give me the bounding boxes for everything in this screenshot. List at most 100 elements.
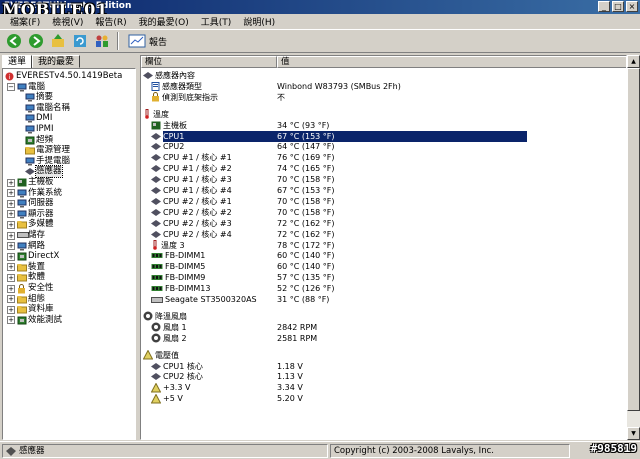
- tree-category-10[interactable]: + 安全性: [7, 283, 54, 294]
- tree-item-0[interactable]: 摘要: [25, 92, 53, 103]
- computer-icon: [25, 125, 35, 134]
- menu-item-4[interactable]: 工具(T): [195, 15, 238, 28]
- fan-icon: [143, 311, 153, 321]
- table-row[interactable]: CPU #2 / 核心 #4 72 °C (162 °F): [141, 229, 626, 240]
- expand-icon[interactable]: +: [7, 316, 15, 325]
- close-button[interactable]: ×: [626, 1, 638, 12]
- expand-icon[interactable]: +: [7, 220, 15, 229]
- table-row[interactable]: CPU #1 / 核心 #4 67 °C (153 °F): [141, 185, 626, 196]
- table-row[interactable]: CPU2 64 °C (147 °F): [141, 141, 626, 152]
- tree-category-6[interactable]: + 網路: [7, 241, 45, 252]
- table-row[interactable]: FB-DIMM13 52 °C (126 °F): [141, 283, 626, 294]
- tree-category-11[interactable]: + 組態: [7, 294, 45, 305]
- tree-category-2[interactable]: + 伺服器: [7, 198, 54, 209]
- menu-item-0[interactable]: 檔案(F): [4, 15, 46, 28]
- table-row[interactable]: CPU #1 / 核心 #2 74 °C (165 °F): [141, 163, 626, 174]
- table-row[interactable]: CPU #2 / 核心 #2 70 °C (158 °F): [141, 207, 626, 218]
- refresh-button[interactable]: [70, 32, 89, 51]
- tab-menu[interactable]: 選單: [2, 55, 33, 69]
- tree-category-13[interactable]: + 效能測試: [7, 315, 62, 326]
- menu-bar: 檔案(F) 檢視(V) 報告(R) 我的最愛(O) 工具(T) 說明(H): [0, 14, 640, 29]
- users-button[interactable]: [92, 32, 111, 51]
- menu-item-2[interactable]: 報告(R): [89, 15, 132, 28]
- table-row[interactable]: CPU #1 / 核心 #1 76 °C (169 °F): [141, 152, 626, 163]
- forward-button[interactable]: [26, 32, 45, 51]
- tree-item-4[interactable]: 超頻: [25, 135, 53, 146]
- tree-category-7[interactable]: + DirectX: [7, 251, 59, 262]
- table-row[interactable]: Seagate ST3500320AS 31 °C (88 °F): [141, 294, 626, 305]
- table-row[interactable]: CPU #1 / 核心 #3 70 °C (158 °F): [141, 174, 626, 185]
- tree-category-1[interactable]: + 作業系統: [7, 188, 62, 199]
- expand-icon[interactable]: +: [7, 231, 15, 240]
- tree-category-0[interactable]: + 主機板: [7, 177, 54, 188]
- tab-favorites[interactable]: 我的最愛: [32, 55, 81, 68]
- back-button[interactable]: [4, 32, 23, 51]
- expand-icon[interactable]: +: [7, 284, 15, 293]
- field-value: 3.34 V: [277, 383, 303, 393]
- tree-category-12[interactable]: + 資料庫: [7, 304, 54, 315]
- vertical-scrollbar[interactable]: ▲ ▼: [627, 55, 640, 440]
- up-folder-icon: [51, 34, 64, 47]
- scroll-up-button[interactable]: ▲: [627, 55, 640, 68]
- menu-item-1[interactable]: 檢視(V): [46, 15, 89, 28]
- expand-icon[interactable]: +: [7, 295, 15, 304]
- expand-icon[interactable]: +: [7, 199, 15, 208]
- tree-category-5[interactable]: + 儲存: [7, 230, 45, 241]
- tree-item-2[interactable]: DMI: [25, 113, 52, 124]
- table-row[interactable]: 偵測到底架指示 不: [141, 92, 626, 103]
- field-value: 67 °C (153 °F): [277, 130, 335, 142]
- tree-category-9[interactable]: + 軟體: [7, 272, 45, 283]
- expand-icon[interactable]: +: [7, 305, 15, 314]
- report-button[interactable]: 報告: [125, 32, 170, 51]
- table-row[interactable]: +3.3 V 3.34 V: [141, 382, 626, 393]
- maximize-button[interactable]: □: [612, 1, 624, 12]
- expand-icon[interactable]: +: [7, 273, 15, 282]
- section-header[interactable]: 溫度: [141, 109, 626, 120]
- table-row[interactable]: CPU #2 / 核心 #1 70 °C (158 °F): [141, 196, 626, 207]
- tree-item-3[interactable]: IPMI: [25, 124, 53, 135]
- expand-icon[interactable]: +: [7, 263, 15, 272]
- field-value: 70 °C (158 °F): [277, 175, 335, 185]
- tree-item-1[interactable]: 電腦名稱: [25, 103, 70, 114]
- expand-icon[interactable]: +: [7, 242, 15, 251]
- tree-category-4[interactable]: + 多媒體: [7, 219, 54, 230]
- table-row[interactable]: FB-DIMM1 60 °C (140 °F): [141, 250, 626, 261]
- table-row[interactable]: CPU1 核心 1.18 V: [141, 361, 626, 372]
- expand-icon[interactable]: +: [7, 252, 15, 261]
- collapse-icon[interactable]: −: [7, 83, 15, 92]
- field-value: 1.13 V: [277, 372, 303, 382]
- table-row[interactable]: 風扇 1 2842 RPM: [141, 322, 626, 333]
- therm-icon: [151, 240, 159, 250]
- menu-item-3[interactable]: 我的最愛(O): [133, 15, 195, 28]
- hdd-icon: [151, 296, 163, 304]
- expand-icon[interactable]: +: [7, 189, 15, 198]
- minimize-button[interactable]: _: [598, 1, 610, 12]
- column-value[interactable]: 值: [277, 56, 626, 68]
- table-row[interactable]: FB-DIMM5 60 °C (140 °F): [141, 261, 626, 272]
- expand-icon[interactable]: +: [7, 178, 15, 187]
- scroll-thumb[interactable]: [627, 68, 640, 411]
- table-row[interactable]: FB-DIMM9 57 °C (135 °F): [141, 272, 626, 283]
- table-row[interactable]: CPU #2 / 核心 #3 72 °C (162 °F): [141, 218, 626, 229]
- table-row[interactable]: 主機板 34 °C (93 °F): [141, 120, 626, 131]
- tree-root[interactable]: i EVERESTv4.50.1419Beta: [5, 71, 122, 82]
- tree-item-7[interactable]: 感應器: [25, 165, 63, 179]
- up-button[interactable]: [48, 32, 67, 51]
- section-header[interactable]: 降溫風扇: [141, 311, 626, 322]
- tree-label: DirectX: [28, 251, 60, 262]
- table-row[interactable]: CPU2 核心 1.13 V: [141, 371, 626, 382]
- table-row[interactable]: +5 V 5.20 V: [141, 393, 626, 404]
- tree-computer[interactable]: − 電腦: [7, 82, 45, 93]
- tree-item-5[interactable]: 電源管理: [25, 145, 70, 156]
- table-row[interactable]: CPU1 67 °C (153 °F): [141, 130, 626, 142]
- table-row[interactable]: 感應器類型 Winbond W83793 (SMBus 2Fh): [141, 81, 626, 92]
- section-header[interactable]: 感應器內容: [141, 70, 626, 81]
- scroll-down-button[interactable]: ▼: [627, 427, 640, 440]
- folder-icon: [17, 305, 27, 314]
- expand-icon[interactable]: +: [7, 210, 15, 219]
- section-header[interactable]: 電壓值: [141, 350, 626, 361]
- menu-item-5[interactable]: 說明(H): [237, 15, 281, 28]
- column-field[interactable]: 欄位: [141, 56, 277, 68]
- table-row[interactable]: 風扇 2 2581 RPM: [141, 333, 626, 344]
- table-row[interactable]: 溫度 3 78 °C (172 °F): [141, 240, 626, 251]
